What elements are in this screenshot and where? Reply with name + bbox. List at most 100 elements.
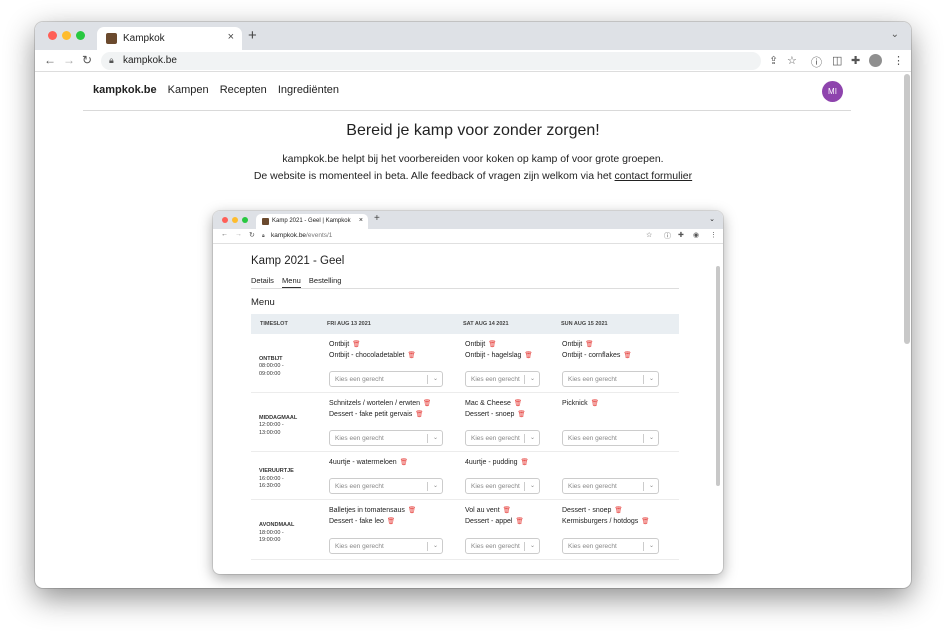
dish-name: Dessert - fake petit gervais	[329, 411, 413, 418]
inner-reload-icon: ↻	[249, 232, 255, 239]
menu-cell: Dessert - snoep 🗑︎ Kermisburgers / hotdogs…	[562, 505, 650, 527]
delete-dish-icon[interactable]: 🗑︎	[415, 411, 423, 418]
dish-select[interactable]: Kies een gerecht ⌄	[465, 538, 540, 554]
delete-dish-icon[interactable]: 🗑︎	[503, 507, 511, 514]
select-placeholder: Kies een gerecht	[335, 483, 384, 490]
info-icon[interactable]: ⓘ	[811, 54, 822, 70]
menu-dots-icon[interactable]: ⋮	[893, 54, 904, 67]
browser-window: Kampkok × + ⌄ ← → ↻ 🔒︎ kampkok.be ⇪ ☆ ⓘ …	[35, 22, 911, 588]
dish-select[interactable]: Kies een gerecht ⌄	[465, 478, 540, 494]
dish-select[interactable]: Kies een gerecht ⌄	[562, 478, 659, 494]
inner-toolbar: ← → ↻ 🔒︎ kampkok.be/events/1 ☆ ⓘ ✚ ◉ ⋮	[213, 229, 723, 244]
tab-search-chevron-icon[interactable]: ⌄	[891, 29, 899, 40]
chevron-down-icon: ⌄	[529, 435, 535, 441]
delete-dish-icon[interactable]: 🗑︎	[585, 341, 593, 348]
delete-dish-icon[interactable]: 🗑︎	[514, 400, 522, 407]
col-day-2: SAT AUG 14 2021	[463, 321, 509, 327]
nav-recepten[interactable]: Recepten	[220, 84, 267, 96]
dish-name: Vol au vent	[465, 507, 500, 514]
menu-cell: Mac & Cheese 🗑︎ Dessert - snoep 🗑︎	[465, 398, 526, 420]
inner-tab-chevron-icon: ⌄	[709, 216, 715, 223]
dish-item: Schnitzels / wortelen / erwten 🗑︎	[329, 398, 431, 409]
extension-icon[interactable]: ◫	[832, 54, 842, 67]
minimize-window-button[interactable]	[62, 31, 71, 40]
select-placeholder: Kies een gerecht	[471, 376, 520, 383]
nav-ingredienten[interactable]: Ingrediënten	[278, 84, 339, 96]
hero-line-2-text: De website is momenteel in beta. Alle fe…	[253, 170, 612, 182]
inner-url-path: /events/1	[306, 232, 333, 239]
browser-tab[interactable]: Kampkok ×	[97, 27, 242, 50]
dish-name: Ontbijt	[562, 341, 583, 348]
delete-dish-icon[interactable]: 🗑︎	[400, 459, 408, 466]
menu-cell: 4uurtje - watermeloen 🗑︎	[329, 457, 408, 468]
share-icon[interactable]: ⇪	[769, 54, 778, 67]
close-window-button[interactable]	[48, 31, 57, 40]
timeslot-label: MIDDAGMAAL 12:00:00 -13:00:00	[259, 415, 297, 438]
bookmark-star-icon[interactable]: ☆	[787, 54, 797, 67]
menu-cell: Ontbijt 🗑︎ Ontbijt - hagelslag 🗑︎	[465, 339, 533, 361]
delete-dish-icon[interactable]: 🗑︎	[521, 459, 529, 466]
profile-avatar-icon[interactable]	[869, 54, 882, 67]
dish-select[interactable]: Kies een gerecht ⌄	[562, 371, 659, 387]
select-divider	[643, 542, 644, 551]
timeslot-time: 08:00:00 -	[259, 363, 284, 369]
inner-tab-title: Kamp 2021 - Geel | Kampkok	[272, 218, 351, 224]
dish-select[interactable]: Kies een gerecht ⌄	[329, 538, 443, 554]
delete-dish-icon[interactable]: 🗑︎	[352, 341, 360, 348]
url-text: kampkok.be	[123, 55, 177, 66]
dish-select[interactable]: Kies een gerecht ⌄	[329, 371, 443, 387]
chevron-down-icon: ⌄	[432, 543, 438, 549]
hero-line-1: kampkok.be helpt bij het voorbereiden vo…	[282, 153, 664, 165]
delete-dish-icon[interactable]: 🗑︎	[524, 352, 532, 359]
delete-dish-icon[interactable]: 🗑︎	[423, 400, 431, 407]
delete-dish-icon[interactable]: 🗑︎	[515, 518, 523, 525]
dish-select[interactable]: Kies een gerecht ⌄	[465, 430, 540, 446]
delete-dish-icon[interactable]: 🗑︎	[517, 411, 525, 418]
delete-dish-icon[interactable]: 🗑︎	[387, 518, 395, 525]
select-placeholder: Kies een gerecht	[471, 543, 520, 550]
new-tab-button[interactable]: +	[248, 27, 257, 44]
chevron-down-icon: ⌄	[648, 435, 654, 441]
close-tab-icon[interactable]: ×	[228, 31, 234, 43]
dish-select[interactable]: Kies een gerecht ⌄	[329, 478, 443, 494]
inner-url-host: kampkok.be	[271, 232, 307, 239]
maximize-window-button[interactable]	[76, 31, 85, 40]
delete-dish-icon[interactable]: 🗑︎	[408, 507, 416, 514]
dish-name: Ontbijt - cornflakes	[562, 352, 621, 359]
chevron-down-icon: ⌄	[648, 376, 654, 382]
hero-line-2: De website is momenteel in beta. Alle fe…	[35, 170, 911, 182]
col-day-3: SUN AUG 15 2021	[561, 321, 608, 327]
nav-kampen[interactable]: Kampen	[168, 84, 209, 96]
page-scrollbar[interactable]	[904, 74, 910, 344]
dish-select[interactable]: Kies een gerecht ⌄	[329, 430, 443, 446]
delete-dish-icon[interactable]: 🗑︎	[591, 400, 599, 407]
user-avatar[interactable]: MI	[822, 81, 843, 102]
dish-name: Ontbijt - chocoladetablet	[329, 352, 405, 359]
forward-icon[interactable]: →	[63, 53, 75, 67]
site-nav: kampkok.be Kampen Recepten Ingrediënten	[93, 84, 347, 96]
brand-link[interactable]: kampkok.be	[93, 84, 157, 96]
delete-dish-icon[interactable]: 🗑︎	[614, 507, 622, 514]
delete-dish-icon[interactable]: 🗑︎	[641, 518, 649, 525]
dish-item: Ontbijt 🗑︎	[465, 339, 533, 350]
inner-close-tab-icon: ×	[358, 217, 363, 224]
delete-dish-icon[interactable]: 🗑︎	[623, 352, 631, 359]
address-bar[interactable]: 🔒︎ kampkok.be	[101, 52, 761, 70]
delete-dish-icon[interactable]: 🗑︎	[408, 352, 416, 359]
dish-item: Ontbijt 🗑︎	[562, 339, 632, 350]
inner-puzzle-icon: ✚	[678, 232, 684, 239]
puzzle-icon[interactable]: ✚	[851, 54, 860, 67]
delete-dish-icon[interactable]: 🗑︎	[488, 341, 496, 348]
back-icon[interactable]: ←	[44, 53, 56, 67]
dish-select[interactable]: Kies een gerecht ⌄	[465, 371, 540, 387]
dish-select[interactable]: Kies een gerecht ⌄	[562, 538, 659, 554]
dish-name: Balletjes in tomatensaus	[329, 507, 405, 514]
reload-icon[interactable]: ↻	[82, 53, 92, 67]
select-divider	[427, 434, 428, 443]
select-divider	[643, 434, 644, 443]
dish-select[interactable]: Kies een gerecht ⌄	[562, 430, 659, 446]
timeslot-label: ONTBIJT 08:00:00 -09:00:00	[259, 356, 284, 379]
app-screenshot: Kamp 2021 - Geel | Kampkok × + ⌄ ← → ↻ 🔒…	[213, 211, 723, 574]
contact-form-link[interactable]: contact formulier	[615, 170, 693, 182]
select-placeholder: Kies een gerecht	[568, 483, 617, 490]
